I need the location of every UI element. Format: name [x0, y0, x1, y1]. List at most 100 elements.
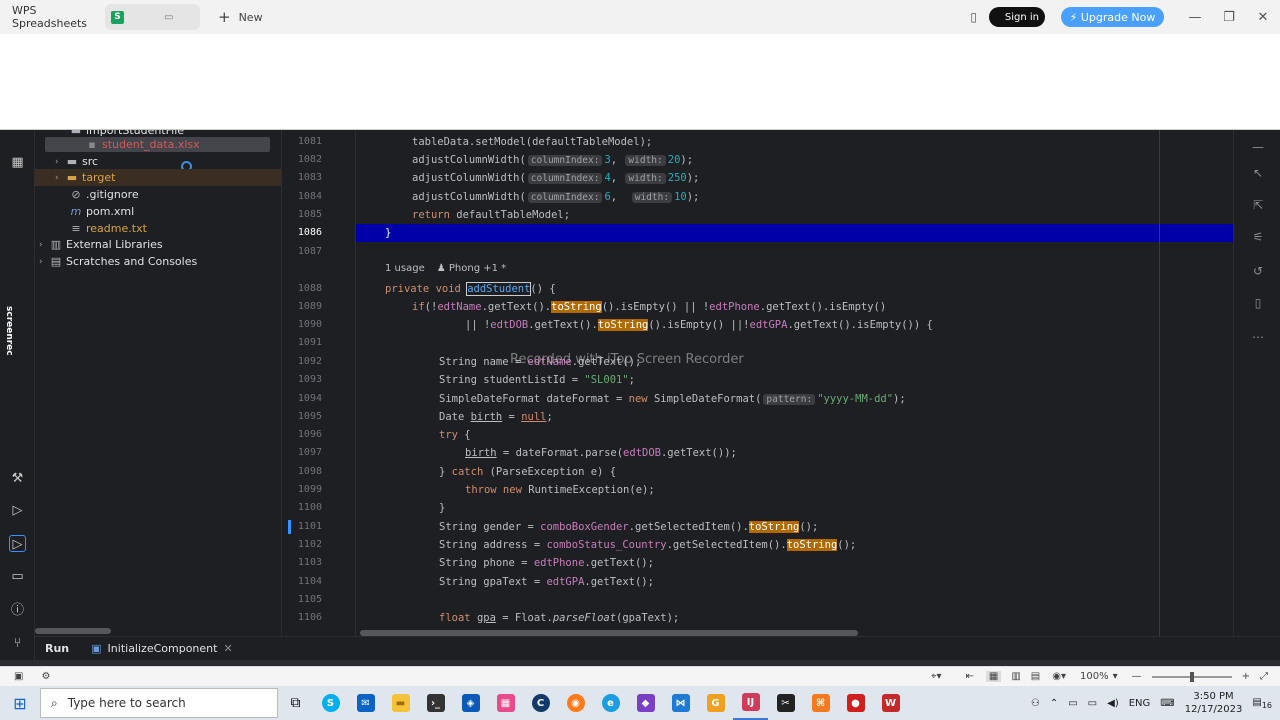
- people-icon[interactable]: ⚇: [1031, 698, 1040, 709]
- security-icon[interactable]: ◈: [453, 686, 488, 720]
- line-number: 1086: [297, 227, 322, 238]
- code-line: SimpleDateFormat dateFormat = new Simple…: [439, 393, 906, 405]
- run-tool-window-bar: Run ▣ InitializeComponent ✕: [35, 636, 1280, 660]
- tree-item-student-data[interactable]: ▪ student_data.xlsx: [85, 136, 199, 153]
- search-icon: ⌕: [51, 695, 58, 710]
- project-icon[interactable]: ▦: [9, 154, 26, 171]
- recorder-icon[interactable]: ●: [838, 686, 873, 720]
- keyboard-icon[interactable]: ⌨: [1160, 698, 1174, 709]
- usage-author[interactable]: Phong +1 *: [449, 263, 506, 274]
- locate-icon[interactable]: ⌖▾: [931, 671, 942, 682]
- line-number: 1100: [297, 502, 322, 513]
- zoom-in-icon[interactable]: +: [1242, 671, 1250, 682]
- run-tab[interactable]: Run: [35, 642, 79, 655]
- code-line: adjustColumnWidth(columnIndex: 6, width: 1…: [412, 191, 700, 203]
- tree-item-src[interactable]: › ▬ src: [55, 153, 98, 170]
- intellij-icon[interactable]: IJ: [733, 686, 768, 720]
- new-tab-button[interactable]: + New: [218, 8, 263, 26]
- skype-icon[interactable]: S: [313, 686, 348, 720]
- document-tab[interactable]: S ▭: [105, 4, 200, 30]
- task-view-icon[interactable]: ⧉: [278, 686, 313, 720]
- volume-icon[interactable]: ◀): [1107, 698, 1119, 709]
- folder-icon: ▬: [70, 130, 82, 137]
- restore-button[interactable]: ❐: [1212, 10, 1246, 25]
- chevron-right-icon: ›: [55, 156, 59, 167]
- file-explorer-icon[interactable]: ▬: [383, 686, 418, 720]
- usage-hint[interactable]: 1 usage ♟ Phong +1 *: [385, 263, 506, 277]
- settings-icon[interactable]: ⚙: [41, 671, 50, 682]
- export-icon[interactable]: ⇱: [1250, 198, 1266, 214]
- sheet-icon[interactable]: ▣: [14, 671, 23, 682]
- line-number: 1099: [297, 484, 322, 495]
- build-icon[interactable]: ⚒: [9, 470, 26, 487]
- tree-item-gitignore[interactable]: ⊘ .gitignore: [69, 186, 138, 203]
- menu-icon[interactable]: —: [1250, 140, 1266, 156]
- wps-status-bar: ▣ ⚙ ⌖▾ ⇤ ▦ ▥ ▤ ◉▾ 100% ▾ — + ⤢: [0, 666, 1280, 686]
- upgrade-button[interactable]: ⚡ Upgrade Now: [1061, 7, 1164, 27]
- tree-item-readme[interactable]: ≡ readme.txt: [69, 220, 147, 237]
- tree-item-external-libraries[interactable]: › ▥ External Libraries: [39, 236, 163, 253]
- freeze-icon[interactable]: ⇤: [965, 671, 973, 682]
- firefox-icon[interactable]: ◉: [558, 686, 593, 720]
- calendar-icon[interactable]: ▦: [488, 686, 523, 720]
- minimize-button[interactable]: —: [1178, 10, 1212, 25]
- tablet-icon[interactable]: ▯: [970, 10, 977, 24]
- code-line: }: [439, 502, 446, 514]
- more-icon[interactable]: ⋯: [1250, 330, 1266, 346]
- git-icon[interactable]: ⑂: [9, 635, 26, 652]
- tree-item-target[interactable]: › ▬ target: [55, 169, 115, 186]
- normal-view-icon[interactable]: ▦: [985, 671, 1002, 682]
- xampp-icon[interactable]: ⌘: [803, 686, 838, 720]
- windows-start-icon[interactable]: ⊞: [0, 686, 40, 720]
- fullscreen-icon[interactable]: ⤢: [1260, 671, 1268, 682]
- notification-icon[interactable]: ▤16: [1252, 697, 1272, 710]
- network-icon[interactable]: ▭: [1088, 698, 1097, 709]
- vscode-icon[interactable]: ⋈: [663, 686, 698, 720]
- usage-count[interactable]: 1 usage: [385, 263, 425, 277]
- zoom-slider[interactable]: [1151, 671, 1232, 682]
- wps-icon[interactable]: W: [873, 686, 908, 720]
- visual-studio-icon[interactable]: ◆: [628, 686, 663, 720]
- tree-horizontal-scrollbar[interactable]: [35, 628, 111, 634]
- line-number-gutter: 1081 1082 1083 1084 1085 1086 1087 1088 …: [282, 130, 356, 636]
- sign-in-button[interactable]: Sign in: [989, 7, 1045, 27]
- problems-icon[interactable]: ⓘ: [9, 602, 26, 619]
- language-indicator[interactable]: ENG: [1129, 698, 1151, 709]
- close-icon[interactable]: ✕: [223, 642, 232, 655]
- chevron-down-icon[interactable]: ▾: [1113, 671, 1118, 682]
- current-line-highlight: [356, 224, 1233, 242]
- document-icon[interactable]: ▯: [1250, 296, 1266, 312]
- cortana-icon[interactable]: C: [523, 686, 558, 720]
- eye-icon[interactable]: ◉▾: [1052, 671, 1066, 682]
- line-number: 1081: [297, 136, 322, 147]
- tree-item-pom[interactable]: m pom.xml: [69, 203, 135, 220]
- cursor-icon[interactable]: ↖: [1250, 166, 1266, 182]
- taskbar-search[interactable]: ⌕ Type here to search: [40, 688, 278, 718]
- java-config-icon: ▣: [91, 642, 102, 655]
- close-button[interactable]: ✕: [1246, 10, 1280, 25]
- mail-icon[interactable]: ✉: [348, 686, 383, 720]
- code-editor[interactable]: 1081 1082 1083 1084 1085 1086 1087 1088 …: [281, 130, 1233, 636]
- services-icon[interactable]: ▷: [9, 502, 26, 519]
- settings-sliders-icon[interactable]: ⚟: [1250, 230, 1266, 246]
- terminal-icon[interactable]: ▭: [9, 568, 26, 585]
- chevron-right-icon: ›: [39, 239, 43, 250]
- clock[interactable]: 3:50 PM 12/17/2023: [1185, 690, 1243, 716]
- line-number: 1088: [297, 283, 322, 294]
- page-break-icon[interactable]: ▤: [1031, 671, 1040, 682]
- page-layout-icon[interactable]: ▥: [1011, 671, 1020, 682]
- history-icon[interactable]: ↺: [1250, 264, 1266, 280]
- chevron-up-icon[interactable]: ⌃: [1050, 698, 1058, 709]
- run-config-tab[interactable]: ▣ InitializeComponent ✕: [91, 642, 233, 655]
- git-app-icon[interactable]: G: [698, 686, 733, 720]
- wps-app-tab[interactable]: WPS Spreadsheets: [0, 0, 100, 34]
- right-margin-guide: [1159, 130, 1160, 636]
- terminal-app-icon[interactable]: ›_: [418, 686, 453, 720]
- chat-icon[interactable]: ▭: [1068, 698, 1077, 709]
- edge-icon[interactable]: e: [593, 686, 628, 720]
- capcut-icon[interactable]: ✂: [768, 686, 803, 720]
- zoom-out-icon[interactable]: —: [1132, 671, 1142, 682]
- zoom-level[interactable]: 100%: [1080, 671, 1109, 682]
- tree-item-scratches[interactable]: › ▤ Scratches and Consoles: [39, 253, 197, 270]
- run-icon[interactable]: ▷: [9, 535, 26, 552]
